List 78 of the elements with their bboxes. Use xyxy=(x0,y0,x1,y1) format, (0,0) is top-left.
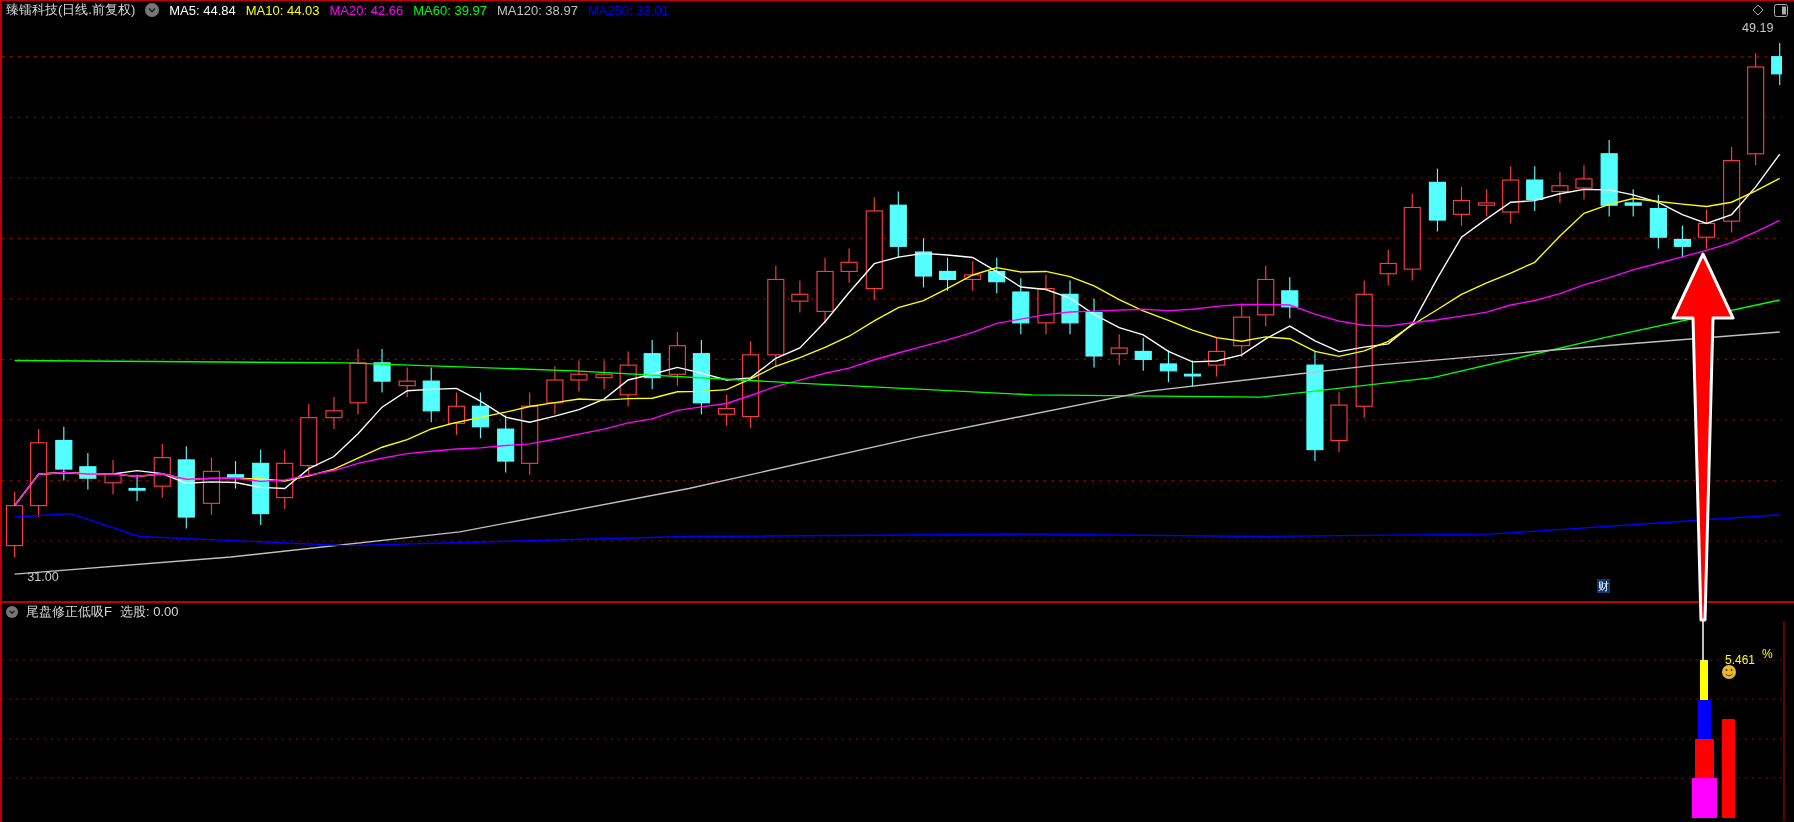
candlestick xyxy=(1012,277,1030,335)
candlestick xyxy=(1673,225,1691,259)
candlestick xyxy=(325,396,343,430)
candlestick xyxy=(1134,337,1152,372)
high-price-label: 49.19 xyxy=(1741,20,1774,35)
moving-average-reading: MA120: 38.97 xyxy=(496,2,578,18)
smiley-icon xyxy=(1722,665,1736,679)
candlestick xyxy=(1478,188,1496,218)
candlestick xyxy=(1649,194,1667,250)
candlestick xyxy=(1502,165,1520,225)
percent-sign: % xyxy=(1762,647,1773,661)
moving-average-reading: MA60: 39.97 xyxy=(413,2,487,18)
candlestick xyxy=(914,237,933,288)
indicator-value: 5.461 xyxy=(1725,653,1756,667)
finance-badge[interactable]: 财 xyxy=(1597,579,1610,593)
candlestick xyxy=(988,257,1006,294)
candlestick xyxy=(1771,42,1782,86)
candlestick xyxy=(840,248,858,284)
candlestick xyxy=(1526,165,1544,212)
moving-average-reading: MA20: 42.66 xyxy=(329,2,404,18)
candlestick xyxy=(1551,171,1569,204)
candlestick xyxy=(1379,249,1397,286)
indicator-title: 尾盘修正低吸F xyxy=(26,603,112,621)
candlestick xyxy=(1085,298,1103,368)
candlestick xyxy=(79,452,97,491)
candlestick xyxy=(1281,276,1299,319)
candlestick xyxy=(276,449,294,510)
candlestick xyxy=(619,350,637,407)
diamond-icon[interactable] xyxy=(1752,4,1764,16)
candlestick xyxy=(889,190,907,259)
candlestick xyxy=(668,331,686,387)
leader-line xyxy=(1702,620,1704,662)
candlestick xyxy=(1037,274,1055,335)
candlestick xyxy=(497,414,515,474)
candlestick xyxy=(1452,186,1471,227)
candlestick xyxy=(153,443,171,499)
candlestick xyxy=(570,360,588,392)
moving-average-reading: MA250: 33.01 xyxy=(587,2,669,18)
candlestick xyxy=(816,257,834,324)
indicator-reading: 选股: 0.00 xyxy=(119,603,179,621)
candlestick xyxy=(398,366,416,398)
candlestick xyxy=(1061,280,1079,335)
candlestick xyxy=(1207,337,1226,378)
candlestick xyxy=(1428,168,1447,233)
moving-average-reading: MA10: 44.03 xyxy=(245,2,320,18)
panel-toggle-icon[interactable] xyxy=(1774,3,1788,17)
candlestick xyxy=(791,280,809,314)
candlestick xyxy=(226,460,245,490)
moving-average-reading: MA5: 44.84 xyxy=(169,2,236,18)
candlestick xyxy=(964,260,982,292)
candlestick xyxy=(1233,302,1251,358)
dropdown-icon[interactable] xyxy=(6,606,18,618)
candlestick xyxy=(1159,349,1178,383)
candlestick xyxy=(1575,164,1593,201)
candlestick xyxy=(55,426,73,482)
candlestick xyxy=(1697,209,1716,250)
candlestick xyxy=(6,491,24,558)
candlestick xyxy=(1624,188,1642,218)
candlestick xyxy=(128,474,146,502)
candlestick xyxy=(718,394,736,427)
candlestick xyxy=(373,348,391,394)
candlestick xyxy=(349,348,367,415)
dropdown-icon[interactable] xyxy=(145,3,160,17)
candlestick xyxy=(546,365,564,415)
candlestick xyxy=(1257,265,1275,327)
candlestick xyxy=(447,391,466,436)
stock-title: 臻镭科技(日线.前复权) xyxy=(6,1,136,19)
low-price-label: 31.00 xyxy=(27,570,59,584)
candlestick xyxy=(104,459,122,495)
candlestick xyxy=(422,366,440,423)
candlestick xyxy=(595,360,613,390)
candlestick xyxy=(202,457,221,516)
candlestick xyxy=(938,257,957,292)
candlestick xyxy=(643,339,661,390)
candlestick xyxy=(471,391,490,439)
candlestick xyxy=(1110,333,1128,366)
candlestick xyxy=(1183,360,1202,388)
candlestick xyxy=(1330,390,1348,453)
